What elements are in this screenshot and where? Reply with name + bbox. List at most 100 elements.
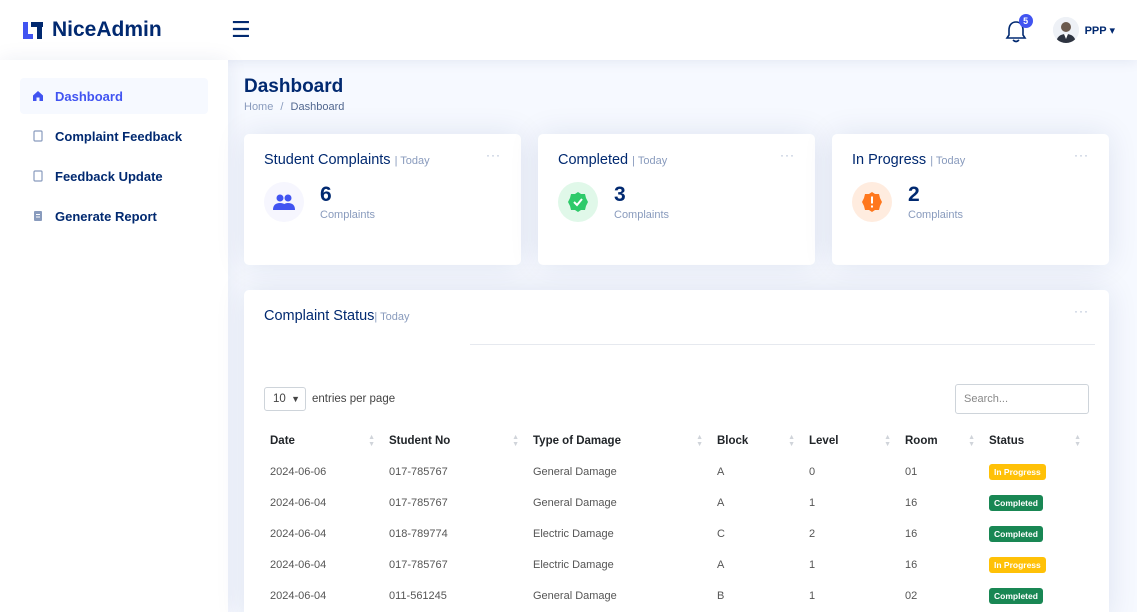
- more-options-icon[interactable]: ···: [486, 148, 501, 162]
- column-header-block[interactable]: Block ▲ ▼: [711, 426, 803, 456]
- column-label: Student No: [389, 435, 451, 447]
- cell-level: 0: [809, 465, 816, 478]
- hamburger-menu-icon[interactable]: ☰: [231, 19, 251, 41]
- column-label: Date: [270, 435, 295, 447]
- status-badge: In Progress: [989, 463, 1046, 480]
- app-name: NiceAdmin: [52, 18, 162, 41]
- card-title: Completed | Today: [558, 152, 795, 168]
- cell-date: 2024-06-04: [270, 496, 327, 509]
- column-header-level[interactable]: Level ▲ ▼: [803, 426, 899, 456]
- card-title-text: Completed: [558, 152, 629, 168]
- cell-student-no: 017-785767: [389, 496, 448, 509]
- notification-count-badge: 5: [1018, 14, 1033, 28]
- sidebar-item-complaint-feedback[interactable]: Complaint Feedback: [20, 118, 208, 154]
- entries-per-page: 10 ▼ entries per page: [264, 387, 395, 411]
- cell-status: Completed: [983, 487, 1089, 518]
- caret-down-icon: ▾: [1109, 24, 1115, 37]
- chevron-down-icon: ▼: [291, 394, 300, 404]
- in-progress-card: In Progress | Today ··· 2 Complaints: [832, 134, 1109, 265]
- column-label: Room: [905, 435, 938, 447]
- cell-block: B: [717, 589, 725, 602]
- card-title: In Progress | Today: [852, 152, 1089, 168]
- cell-damage-type: Electric Damage: [533, 558, 614, 571]
- cell-damage-type: General Damage: [533, 496, 617, 509]
- sidebar-item-label: Feedback Update: [55, 168, 163, 184]
- breadcrumb-current: Dashboard: [290, 101, 345, 113]
- card-title: Complaint Status| Today: [264, 308, 1089, 324]
- card-unit: Complaints: [908, 208, 964, 221]
- sidebar-item-feedback-update[interactable]: Feedback Update: [20, 158, 208, 194]
- user-avatar[interactable]: [1052, 17, 1079, 43]
- cell-date: 2024-06-04: [270, 589, 327, 602]
- breadcrumb-home[interactable]: Home: [244, 101, 273, 113]
- sidebar: Dashboard Complaint Feedback Feedback Up…: [0, 60, 228, 612]
- status-badge: In Progress: [989, 556, 1046, 573]
- status-badge: Completed: [989, 587, 1043, 604]
- table-header-row: Date ▲ ▼ Student No ▲ ▼ Type of Damage ▲ ▼ Blo…: [264, 426, 1089, 456]
- document-icon: [33, 130, 43, 142]
- sort-icon: ▲ ▼: [1074, 434, 1081, 448]
- card-title: Student Complaints | Today: [264, 152, 501, 168]
- sort-icon: ▲ ▼: [696, 434, 703, 448]
- status-badge: Completed: [989, 494, 1043, 511]
- column-header-student-no[interactable]: Student No ▲ ▼: [383, 426, 527, 456]
- table-row: 2024-06-04 017-785767 General Damage A 1…: [264, 487, 1089, 518]
- sidebar-item-generate-report[interactable]: Generate Report: [20, 198, 208, 234]
- cell-student-no: 017-785767: [389, 558, 448, 571]
- more-options-icon[interactable]: ···: [780, 148, 795, 162]
- search-input[interactable]: Search...: [955, 384, 1089, 414]
- cell-level: 1: [809, 558, 816, 571]
- cell-block: A: [717, 558, 725, 571]
- column-header-date[interactable]: Date ▲ ▼: [264, 426, 383, 456]
- sidebar-item-dashboard[interactable]: Dashboard: [20, 78, 208, 114]
- completed-count: 3: [614, 182, 626, 206]
- sidebar-item-label: Complaint Feedback: [55, 128, 183, 144]
- column-header-room[interactable]: Room ▲ ▼: [899, 426, 983, 456]
- sort-icon: ▲ ▼: [512, 434, 519, 448]
- check-badge-icon: [558, 182, 598, 222]
- profile-photo-icon: [1052, 17, 1079, 43]
- more-options-icon[interactable]: ···: [1074, 148, 1089, 162]
- cell-level: 2: [809, 527, 816, 540]
- cell-room: 16: [905, 527, 918, 540]
- breadcrumb-separator: /: [280, 101, 284, 113]
- column-header-status[interactable]: Status ▲ ▼: [983, 426, 1089, 456]
- cell-student-no: 017-785767: [389, 465, 448, 478]
- column-label: Status: [989, 435, 1025, 447]
- cell-status: Completed: [983, 580, 1089, 611]
- cell-student-no: 018-789774: [389, 527, 448, 540]
- cell-status: In Progress: [983, 549, 1089, 580]
- column-header-type-of-damage[interactable]: Type of Damage ▲ ▼: [527, 426, 711, 456]
- user-name: PPP: [1084, 24, 1107, 37]
- table-row: 2024-06-04 018-789774 Electric Damage C …: [264, 518, 1089, 549]
- column-label: Type of Damage: [533, 435, 621, 447]
- complaint-status-table: Date ▲ ▼ Student No ▲ ▼ Type of Damage ▲ ▼ Blo…: [264, 426, 1089, 611]
- brand-logo[interactable]: NiceAdmin: [22, 18, 227, 42]
- entries-select[interactable]: 10 ▼: [264, 387, 306, 411]
- student-complaints-card: Student Complaints | Today ··· 6 Complai…: [244, 134, 521, 265]
- entries-label: entries per page: [312, 393, 396, 405]
- cell-level: 1: [809, 496, 816, 509]
- cell-block: A: [717, 465, 725, 478]
- card-title-text: In Progress: [852, 152, 927, 168]
- table-row: 2024-06-06 017-785767 General Damage A 0…: [264, 456, 1089, 487]
- main-content: Dashboard Home / Dashboard Student Compl…: [228, 60, 1137, 612]
- cell-level: 1: [809, 589, 816, 602]
- breadcrumb: Home / Dashboard: [244, 101, 1109, 113]
- home-icon: [33, 91, 43, 101]
- alert-icon: [852, 182, 892, 222]
- card-title-text: Complaint Status: [264, 308, 375, 324]
- more-options-icon[interactable]: ···: [1074, 304, 1089, 318]
- top-header: NiceAdmin ☰ 5 PPP ▾: [0, 0, 1137, 60]
- cell-student-no: 011-561245: [389, 589, 447, 602]
- notification-bell[interactable]: 5: [1005, 14, 1033, 43]
- cell-room: 16: [905, 496, 918, 509]
- entries-value: 10: [273, 393, 286, 405]
- logo-icon: [23, 22, 43, 39]
- complaint-status-card: Complaint Status| Today ··· 10 ▼ entries…: [244, 290, 1109, 612]
- user-menu-dropdown[interactable]: PPP ▾: [1085, 24, 1115, 37]
- sidebar-item-label: Generate Report: [55, 208, 157, 224]
- cell-date: 2024-06-04: [270, 558, 327, 571]
- sort-icon: ▲ ▼: [788, 434, 795, 448]
- sort-icon: ▲ ▼: [368, 434, 375, 448]
